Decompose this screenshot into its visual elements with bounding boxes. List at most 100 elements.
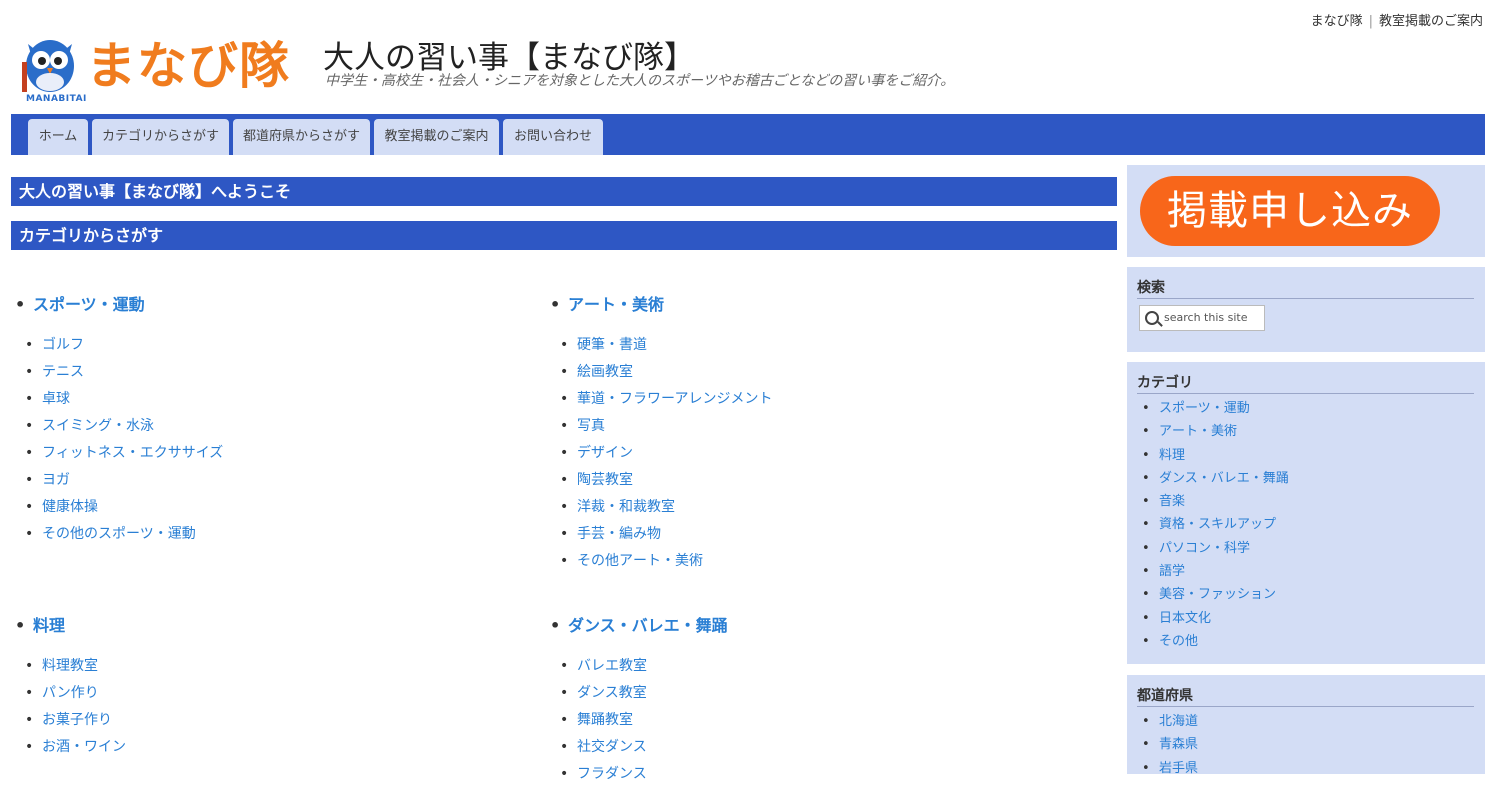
subcategory-link[interactable]: フラダンス bbox=[577, 766, 647, 782]
sidebar-category-link[interactable]: その他 bbox=[1159, 634, 1198, 649]
subcategory-link[interactable]: デザイン bbox=[577, 445, 633, 461]
sidebar-prefecture-link[interactable]: 岩手県 bbox=[1159, 761, 1198, 776]
sidebar-category-widget: カテゴリ スポーツ・運動 アート・美術 料理 ダンス・バレエ・舞踊 音楽 資格・… bbox=[1127, 362, 1485, 664]
list-item: スイミング・水泳 bbox=[11, 413, 511, 440]
brand-wordmark: まなび隊 bbox=[86, 34, 290, 98]
list-item: その他 bbox=[1137, 630, 1289, 653]
nav-tab-category[interactable]: カテゴリからさがす bbox=[92, 119, 229, 155]
list-item: 華道・フラワーアレンジメント bbox=[546, 386, 1106, 413]
list-item: 陶芸教室 bbox=[546, 467, 1106, 494]
subcategory-link[interactable]: パン作り bbox=[42, 685, 99, 701]
sidebar-category-link[interactable]: 音楽 bbox=[1159, 494, 1185, 509]
subcategory-link[interactable]: お菓子作り bbox=[42, 712, 112, 728]
list-item: 岩手県 bbox=[1137, 757, 1198, 780]
list-item: バレエ教室 bbox=[546, 653, 1106, 680]
subcategory-link[interactable]: 洋裁・和裁教室 bbox=[577, 499, 675, 515]
search-input[interactable]: search this site bbox=[1139, 305, 1265, 331]
list-item: お菓子作り bbox=[11, 707, 511, 734]
sidebar-category-link[interactable]: 資格・スキルアップ bbox=[1159, 517, 1276, 532]
list-item: 社交ダンス bbox=[546, 734, 1106, 761]
subcategory-link[interactable]: 陶芸教室 bbox=[577, 472, 633, 488]
sidebar-category-list: スポーツ・運動 アート・美術 料理 ダンス・バレエ・舞踊 音楽 資格・スキルアッ… bbox=[1137, 397, 1289, 653]
list-item: 音楽 bbox=[1137, 490, 1289, 513]
category-link-cooking[interactable]: 料理 bbox=[11, 616, 65, 635]
sidebar-search-widget: 検索 search this site bbox=[1127, 267, 1485, 352]
subcategory-list-sports: ゴルフ テニス 卓球 スイミング・水泳 フィットネス・エクササイズ ヨガ 健康体… bbox=[11, 332, 511, 548]
sidebar-category-link[interactable]: アート・美術 bbox=[1159, 424, 1237, 439]
search-icon bbox=[1145, 311, 1159, 325]
list-item: 洋裁・和裁教室 bbox=[546, 494, 1106, 521]
list-item: パン作り bbox=[11, 680, 511, 707]
subcategory-link[interactable]: バレエ教室 bbox=[577, 658, 647, 674]
category-block-sports: スポーツ・運動 ゴルフ テニス 卓球 スイミング・水泳 フィットネス・エクササイ… bbox=[11, 291, 511, 548]
list-item: 北海道 bbox=[1137, 710, 1198, 733]
brand-text: まなび隊 bbox=[86, 37, 290, 95]
list-item: ヨガ bbox=[11, 467, 511, 494]
category-section-heading: カテゴリからさがす bbox=[11, 221, 1117, 250]
sidebar-category-link[interactable]: 美容・ファッション bbox=[1159, 587, 1276, 602]
subcategory-link[interactable]: 写真 bbox=[577, 418, 605, 434]
sidebar-category-link[interactable]: 語学 bbox=[1159, 564, 1185, 579]
nav-tab-listing-info[interactable]: 教室掲載のご案内 bbox=[374, 119, 499, 155]
site-logo[interactable]: まなび隊 MANABITAI bbox=[20, 36, 320, 106]
subcategory-link[interactable]: ヨガ bbox=[42, 472, 70, 488]
top-link-listing-info[interactable]: 教室掲載のご案内 bbox=[1379, 14, 1483, 29]
subcategory-link[interactable]: 社交ダンス bbox=[577, 739, 647, 755]
list-item: 手芸・編み物 bbox=[546, 521, 1106, 548]
category-block-dance: ダンス・バレエ・舞踊 バレエ教室 ダンス教室 舞踊教室 社交ダンス フラダンス bbox=[546, 612, 1106, 788]
sidebar-category-link[interactable]: スポーツ・運動 bbox=[1159, 401, 1250, 416]
list-item: 硬筆・書道 bbox=[546, 332, 1106, 359]
list-item: フィットネス・エクササイズ bbox=[11, 440, 511, 467]
sidebar-category-link[interactable]: 料理 bbox=[1159, 448, 1185, 463]
sidebar-category-link[interactable]: ダンス・バレエ・舞踊 bbox=[1159, 471, 1289, 486]
subcategory-link[interactable]: 健康体操 bbox=[42, 499, 98, 515]
top-link-separator: | bbox=[1368, 14, 1373, 29]
list-item: お酒・ワイン bbox=[11, 734, 511, 761]
subcategory-link[interactable]: お酒・ワイン bbox=[42, 739, 126, 755]
subcategory-list-art: 硬筆・書道 絵画教室 華道・フラワーアレンジメント 写真 デザイン 陶芸教室 洋… bbox=[546, 332, 1106, 575]
subcategory-link[interactable]: ダンス教室 bbox=[577, 685, 647, 701]
sidebar-category-link[interactable]: パソコン・科学 bbox=[1159, 541, 1250, 556]
subcategory-link[interactable]: その他のスポーツ・運動 bbox=[42, 526, 196, 542]
list-item: 美容・ファッション bbox=[1137, 583, 1289, 606]
subcategory-link[interactable]: ゴルフ bbox=[42, 337, 84, 353]
list-item: その他のスポーツ・運動 bbox=[11, 521, 511, 548]
category-link-sports[interactable]: スポーツ・運動 bbox=[11, 295, 145, 314]
subcategory-link[interactable]: テニス bbox=[42, 364, 84, 380]
main-nav: ホーム カテゴリからさがす 都道府県からさがす 教室掲載のご案内 お問い合わせ bbox=[11, 114, 1485, 155]
list-item: 写真 bbox=[546, 413, 1106, 440]
sidebar-prefecture-link[interactable]: 北海道 bbox=[1159, 714, 1198, 729]
subcategory-link[interactable]: 手芸・編み物 bbox=[577, 526, 661, 542]
subcategory-link[interactable]: 卓球 bbox=[42, 391, 70, 407]
top-links: まなび隊 | 教室掲載のご案内 bbox=[1311, 10, 1483, 29]
sidebar-prefecture-link[interactable]: 青森県 bbox=[1159, 737, 1198, 752]
list-item: 語学 bbox=[1137, 560, 1289, 583]
category-link-dance[interactable]: ダンス・バレエ・舞踊 bbox=[546, 616, 728, 635]
category-link-art[interactable]: アート・美術 bbox=[546, 295, 664, 314]
list-item: ダンス教室 bbox=[546, 680, 1106, 707]
top-link-home[interactable]: まなび隊 bbox=[1311, 14, 1363, 29]
subcategory-link[interactable]: 硬筆・書道 bbox=[577, 337, 647, 353]
subcategory-link[interactable]: 絵画教室 bbox=[577, 364, 633, 380]
subcategory-link[interactable]: 舞踊教室 bbox=[577, 712, 633, 728]
sidebar-category-link[interactable]: 日本文化 bbox=[1159, 611, 1211, 626]
sidebar-prefecture-list: 北海道 青森県 岩手県 bbox=[1137, 710, 1198, 780]
sidebar-apply-widget: 掲載申し込み bbox=[1127, 165, 1485, 257]
subcategory-link[interactable]: フィットネス・エクササイズ bbox=[42, 445, 223, 461]
apply-button[interactable]: 掲載申し込み bbox=[1140, 176, 1440, 246]
nav-tab-home[interactable]: ホーム bbox=[28, 119, 88, 155]
list-item: 資格・スキルアップ bbox=[1137, 513, 1289, 536]
category-widget-title: カテゴリ bbox=[1137, 372, 1474, 394]
nav-tab-contact[interactable]: お問い合わせ bbox=[503, 119, 603, 155]
subcategory-link[interactable]: スイミング・水泳 bbox=[42, 418, 154, 434]
subcategory-link[interactable]: 料理教室 bbox=[42, 658, 98, 674]
list-item: スポーツ・運動 bbox=[1137, 397, 1289, 420]
subcategory-link[interactable]: 華道・フラワーアレンジメント bbox=[577, 391, 772, 407]
subcategory-list-dance: バレエ教室 ダンス教室 舞踊教室 社交ダンス フラダンス bbox=[546, 653, 1106, 788]
nav-tab-prefecture[interactable]: 都道府県からさがす bbox=[233, 119, 370, 155]
list-item: その他アート・美術 bbox=[546, 548, 1106, 575]
subcategory-link[interactable]: その他アート・美術 bbox=[577, 553, 703, 569]
sidebar-prefecture-widget: 都道府県 北海道 青森県 岩手県 bbox=[1127, 675, 1485, 780]
category-block-cooking: 料理 料理教室 パン作り お菓子作り お酒・ワイン bbox=[11, 612, 511, 761]
site-tagline: 中学生・高校生・社会人・シニアを対象とした大人のスポーツやお稽古ごとなどの習い事… bbox=[325, 73, 955, 89]
